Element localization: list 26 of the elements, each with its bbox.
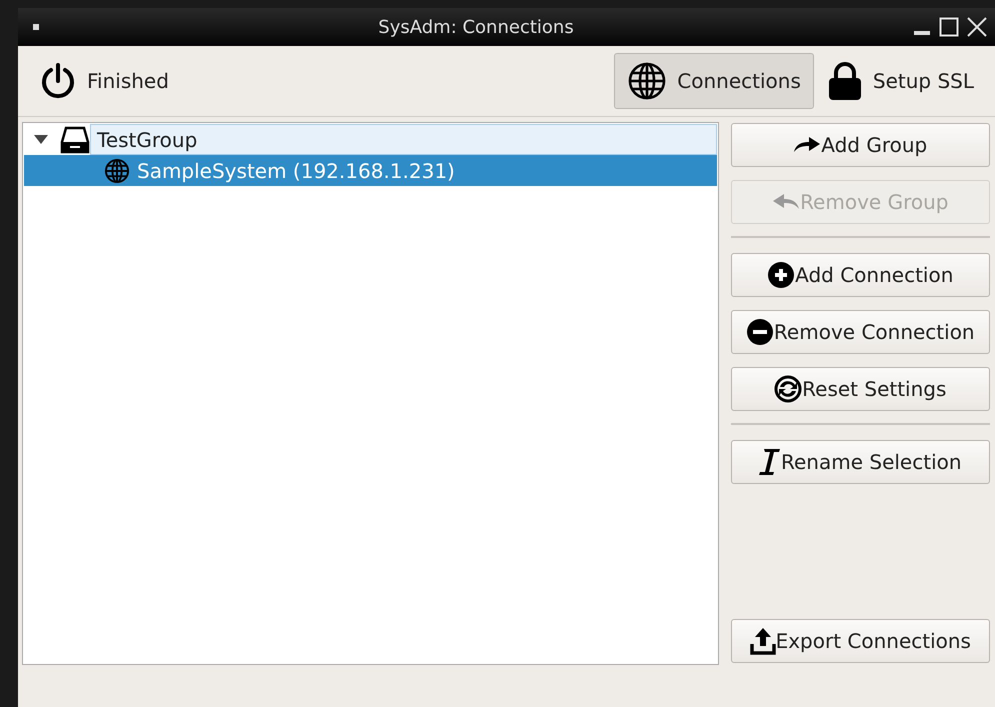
lock-icon bbox=[826, 61, 863, 101]
action-button[interactable]: Reset Settings bbox=[730, 367, 990, 411]
action-button[interactable]: Remove Connection bbox=[730, 310, 990, 354]
toolbar-button[interactable]: Finished bbox=[26, 53, 182, 109]
maximize-icon[interactable] bbox=[939, 17, 959, 37]
action-button[interactable]: Export Connections bbox=[730, 619, 990, 663]
toolbar-button[interactable]: Connections bbox=[614, 53, 814, 109]
globe-icon bbox=[104, 158, 130, 184]
window-title: SysAdm: Connections bbox=[377, 16, 575, 38]
minus-circle-icon bbox=[746, 318, 774, 346]
drive-icon bbox=[60, 124, 90, 154]
action-button[interactable]: Add Group bbox=[730, 123, 990, 167]
power-icon bbox=[39, 62, 77, 100]
arrow-left-icon bbox=[772, 193, 800, 211]
upload-icon bbox=[750, 627, 776, 655]
tree-item[interactable]: SampleSystem (192.168.1.231) bbox=[24, 155, 717, 186]
expander-icon[interactable] bbox=[34, 135, 48, 144]
toolbar-button[interactable]: Setup SSL bbox=[814, 53, 987, 109]
text-cursor-icon bbox=[759, 448, 781, 476]
close-icon[interactable] bbox=[967, 17, 987, 37]
action-button[interactable]: Rename Selection bbox=[730, 440, 990, 484]
plus-circle-icon bbox=[767, 261, 796, 289]
refresh-icon bbox=[774, 375, 802, 403]
globe-icon bbox=[627, 61, 668, 101]
action-button[interactable]: Add Connection bbox=[730, 253, 990, 297]
arrow-right-icon bbox=[793, 136, 822, 154]
